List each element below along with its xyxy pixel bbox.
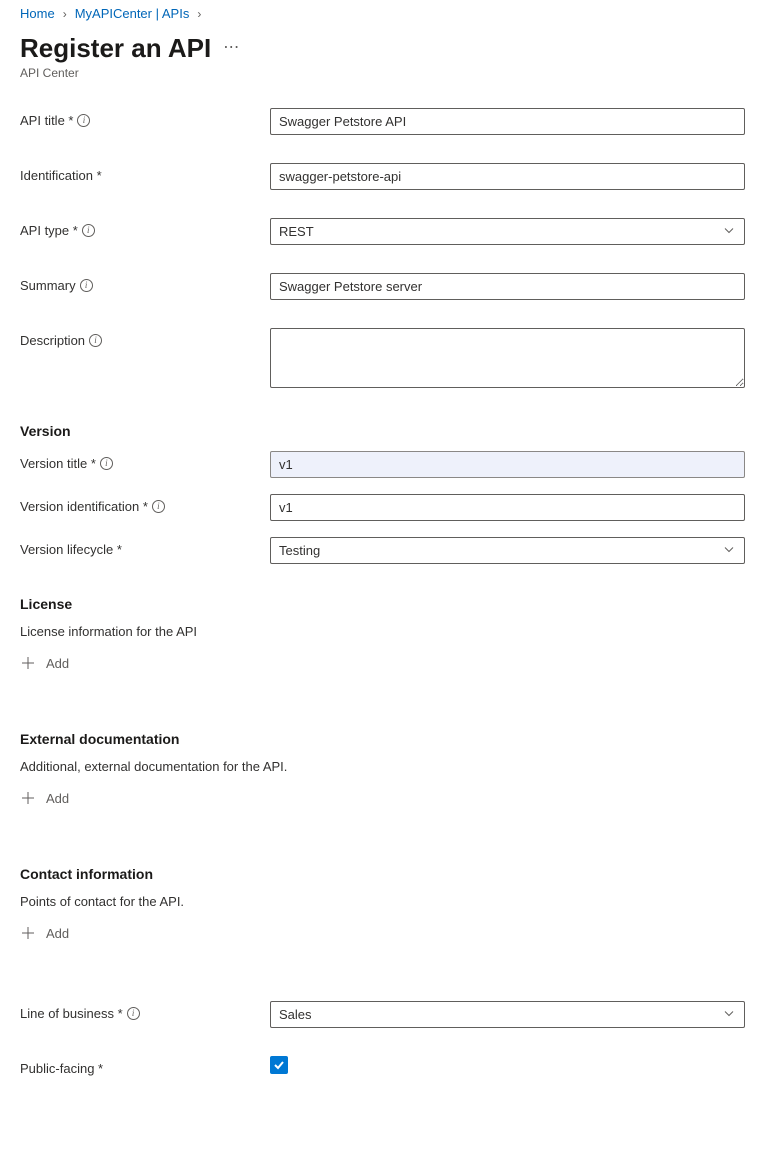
api-type-label: API type * bbox=[20, 223, 78, 238]
plus-icon bbox=[20, 655, 36, 671]
page-title: Register an API bbox=[20, 33, 211, 64]
plus-icon bbox=[20, 790, 36, 806]
lob-select[interactable] bbox=[270, 1001, 745, 1028]
info-icon[interactable]: i bbox=[127, 1007, 140, 1020]
external-desc: Additional, external documentation for t… bbox=[20, 759, 745, 774]
version-lifecycle-select[interactable] bbox=[270, 537, 745, 564]
api-title-input[interactable] bbox=[270, 108, 745, 135]
public-facing-label: Public-facing * bbox=[20, 1061, 103, 1076]
contact-heading: Contact information bbox=[20, 866, 745, 882]
breadcrumb-center[interactable]: MyAPICenter | APIs bbox=[75, 6, 190, 21]
add-label: Add bbox=[46, 926, 69, 941]
info-icon[interactable]: i bbox=[89, 334, 102, 347]
contact-desc: Points of contact for the API. bbox=[20, 894, 745, 909]
api-type-select[interactable] bbox=[270, 218, 745, 245]
check-icon bbox=[273, 1059, 285, 1071]
more-actions-button[interactable]: ⋯ bbox=[223, 37, 240, 61]
add-label: Add bbox=[46, 791, 69, 806]
breadcrumb-home[interactable]: Home bbox=[20, 6, 55, 21]
external-add-button[interactable]: Add bbox=[20, 788, 69, 808]
identification-label: Identification * bbox=[20, 168, 102, 183]
info-icon[interactable]: i bbox=[82, 224, 95, 237]
api-title-label: API title * bbox=[20, 113, 73, 128]
license-add-button[interactable]: Add bbox=[20, 653, 69, 673]
description-label: Description bbox=[20, 333, 85, 348]
version-title-label: Version title * bbox=[20, 456, 96, 471]
info-icon[interactable]: i bbox=[152, 500, 165, 513]
chevron-right-icon: › bbox=[197, 7, 201, 21]
info-icon[interactable]: i bbox=[77, 114, 90, 127]
contact-add-button[interactable]: Add bbox=[20, 923, 69, 943]
chevron-right-icon: › bbox=[63, 7, 67, 21]
add-label: Add bbox=[46, 656, 69, 671]
version-heading: Version bbox=[20, 423, 745, 439]
license-heading: License bbox=[20, 596, 745, 612]
plus-icon bbox=[20, 925, 36, 941]
breadcrumb: Home › MyAPICenter | APIs › bbox=[20, 0, 745, 29]
identification-input[interactable] bbox=[270, 163, 745, 190]
page-subtitle: API Center bbox=[20, 66, 745, 80]
summary-input[interactable] bbox=[270, 273, 745, 300]
external-heading: External documentation bbox=[20, 731, 745, 747]
description-textarea[interactable] bbox=[270, 328, 745, 388]
license-desc: License information for the API bbox=[20, 624, 745, 639]
info-icon[interactable]: i bbox=[100, 457, 113, 470]
version-id-label: Version identification * bbox=[20, 499, 148, 514]
version-id-input[interactable] bbox=[270, 494, 745, 521]
lob-label: Line of business * bbox=[20, 1006, 123, 1021]
summary-label: Summary bbox=[20, 278, 76, 293]
info-icon[interactable]: i bbox=[80, 279, 93, 292]
version-title-input[interactable] bbox=[270, 451, 745, 478]
public-facing-checkbox[interactable] bbox=[270, 1056, 288, 1074]
version-lifecycle-label: Version lifecycle * bbox=[20, 542, 122, 557]
